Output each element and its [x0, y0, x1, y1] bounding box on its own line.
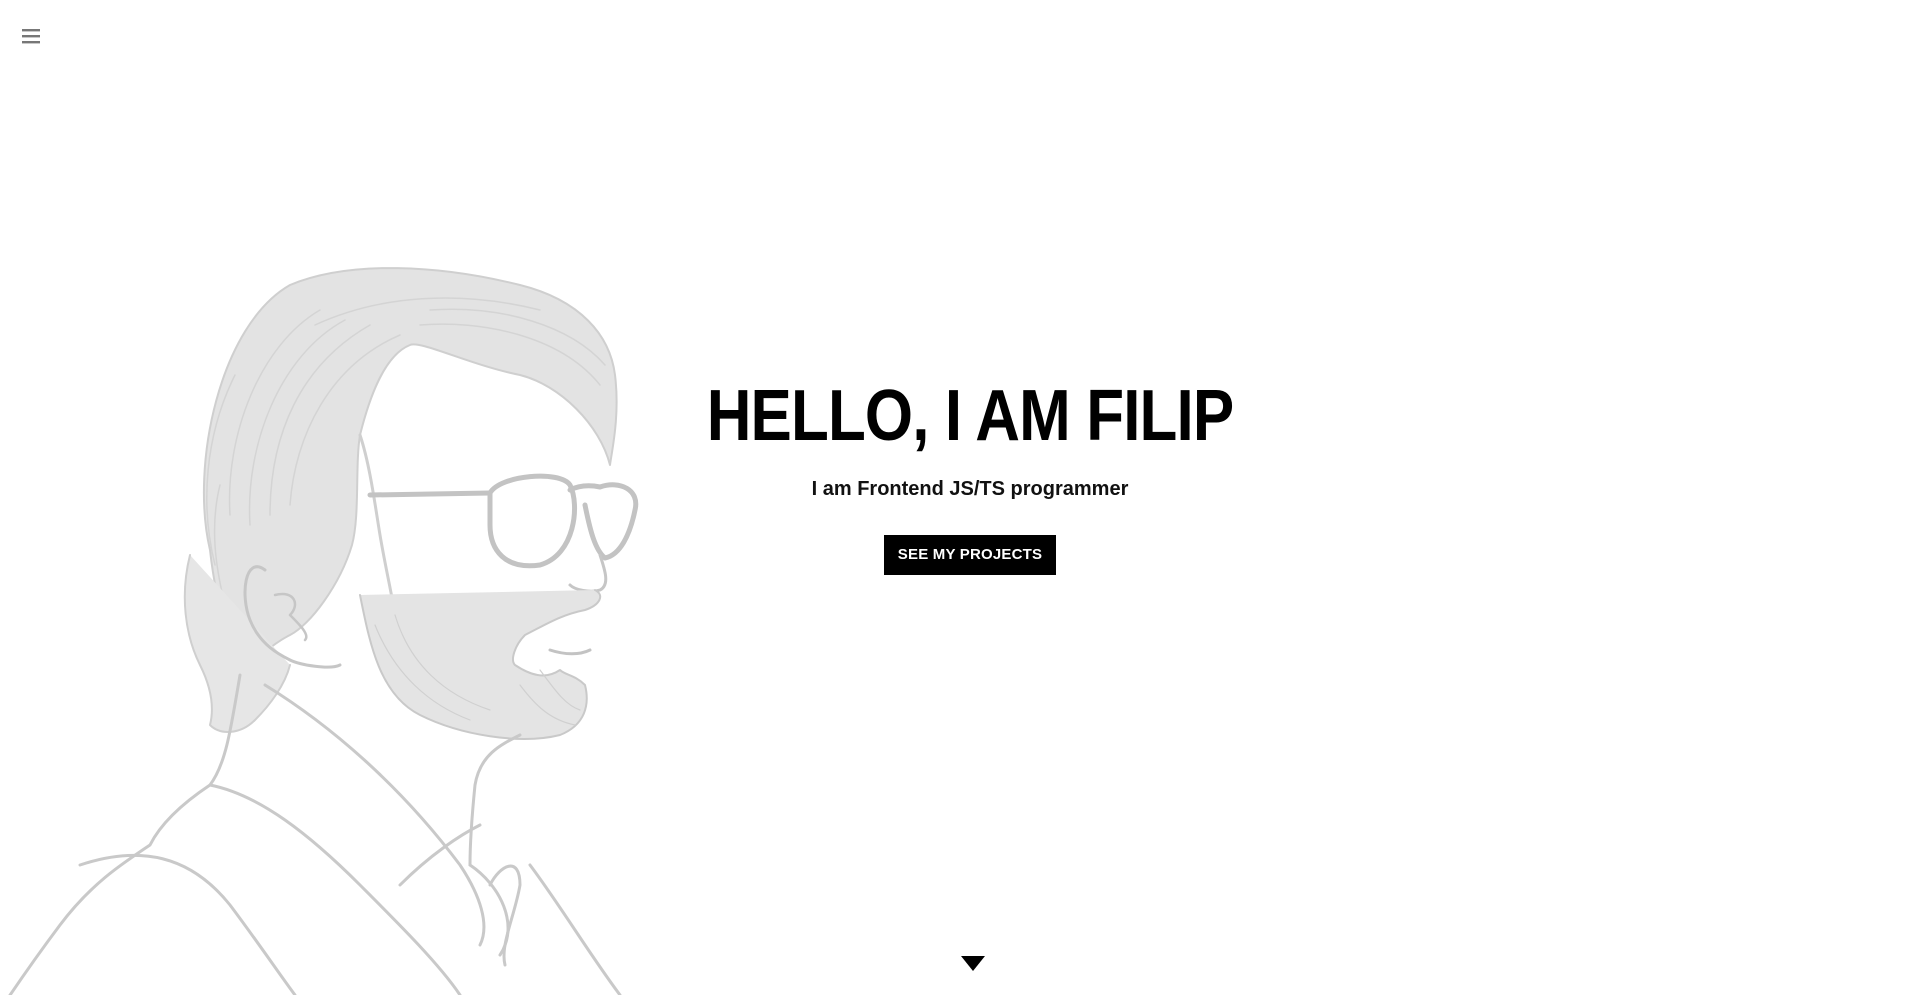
portrait-illustration	[0, 265, 640, 995]
hero-title: HELLO, I AM FILIP	[706, 376, 1234, 456]
hero-subtitle: I am Frontend JS/TS programmer	[811, 478, 1129, 500]
caret-down-icon	[960, 956, 986, 977]
hamburger-menu-icon	[20, 26, 48, 46]
landing-page: HELLO, I AM FILIP I am Frontend JS/TS pr…	[0, 0, 1920, 995]
menu-button[interactable]	[20, 26, 48, 50]
see-my-projects-button[interactable]: SEE MY PROJECTS	[883, 535, 1057, 575]
hero-section: HELLO, I AM FILIP I am Frontend JS/TS pr…	[640, 380, 1300, 575]
scroll-down-button[interactable]	[960, 955, 986, 973]
